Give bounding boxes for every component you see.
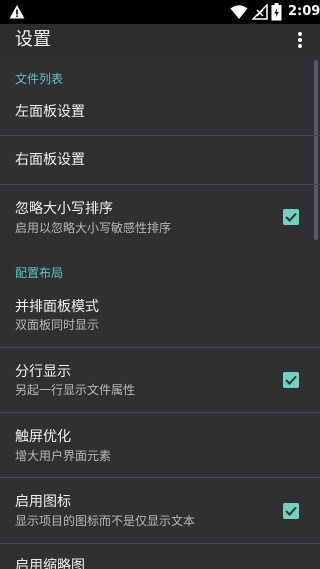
setting-item-right-panel[interactable]: 右面板设置: [0, 136, 320, 184]
status-bar: 2:09: [0, 0, 320, 24]
setting-title: 并排面板模式: [15, 299, 99, 315]
setting-item-touch-optimize[interactable]: 触屏优化 增大用户界面元素: [0, 413, 320, 477]
setting-item-thumbnails[interactable]: 启用缩略图: [0, 544, 320, 569]
section-header-file-list: 文件列表: [15, 72, 64, 86]
battery-icon: [271, 3, 282, 21]
setting-title: 右面板设置: [15, 152, 85, 168]
warning-icon: [9, 5, 25, 19]
setting-subtitle: 另起一行显示文件属性: [15, 383, 136, 397]
setting-title: 启用图标: [15, 494, 71, 510]
checkbox-checked-icon[interactable]: [283, 209, 299, 225]
checkbox-checked-icon[interactable]: [283, 372, 299, 388]
signal-icon: [252, 4, 268, 20]
setting-item-left-panel[interactable]: 左面板设置: [0, 88, 320, 135]
status-time: 2:09: [288, 4, 320, 19]
setting-item-enable-icons[interactable]: 启用图标 显示项目的图标而不是仅显示文本: [0, 478, 320, 543]
overflow-menu-icon[interactable]: [290, 28, 310, 52]
setting-title: 左面板设置: [15, 104, 85, 120]
setting-subtitle: 启用以忽略大小写敏感性排序: [15, 221, 172, 235]
section-header-layout: 配置布局: [15, 266, 64, 280]
setting-subtitle: 增大用户界面元素: [15, 449, 112, 463]
setting-subtitle: 显示项目的图标而不是仅显示文本: [15, 514, 196, 528]
setting-item-multiline[interactable]: 分行显示 另起一行显示文件属性: [0, 348, 320, 412]
setting-title: 触屏优化: [15, 429, 71, 445]
setting-title: 启用缩略图: [15, 558, 85, 569]
wifi-icon: [230, 5, 248, 19]
app-toolbar: 设置: [0, 24, 320, 56]
setting-title: 分行显示: [15, 364, 71, 380]
checkbox-checked-icon[interactable]: [283, 503, 299, 519]
setting-item-ignore-case-sort[interactable]: 忽略大小写排序 启用以忽略大小写敏感性排序: [0, 185, 320, 249]
setting-subtitle: 双面板同时显示: [15, 318, 100, 332]
setting-title: 忽略大小写排序: [15, 201, 113, 217]
page-title: 设置: [15, 29, 51, 50]
setting-item-side-by-side[interactable]: 并排面板模式 双面板同时显示: [0, 284, 320, 347]
